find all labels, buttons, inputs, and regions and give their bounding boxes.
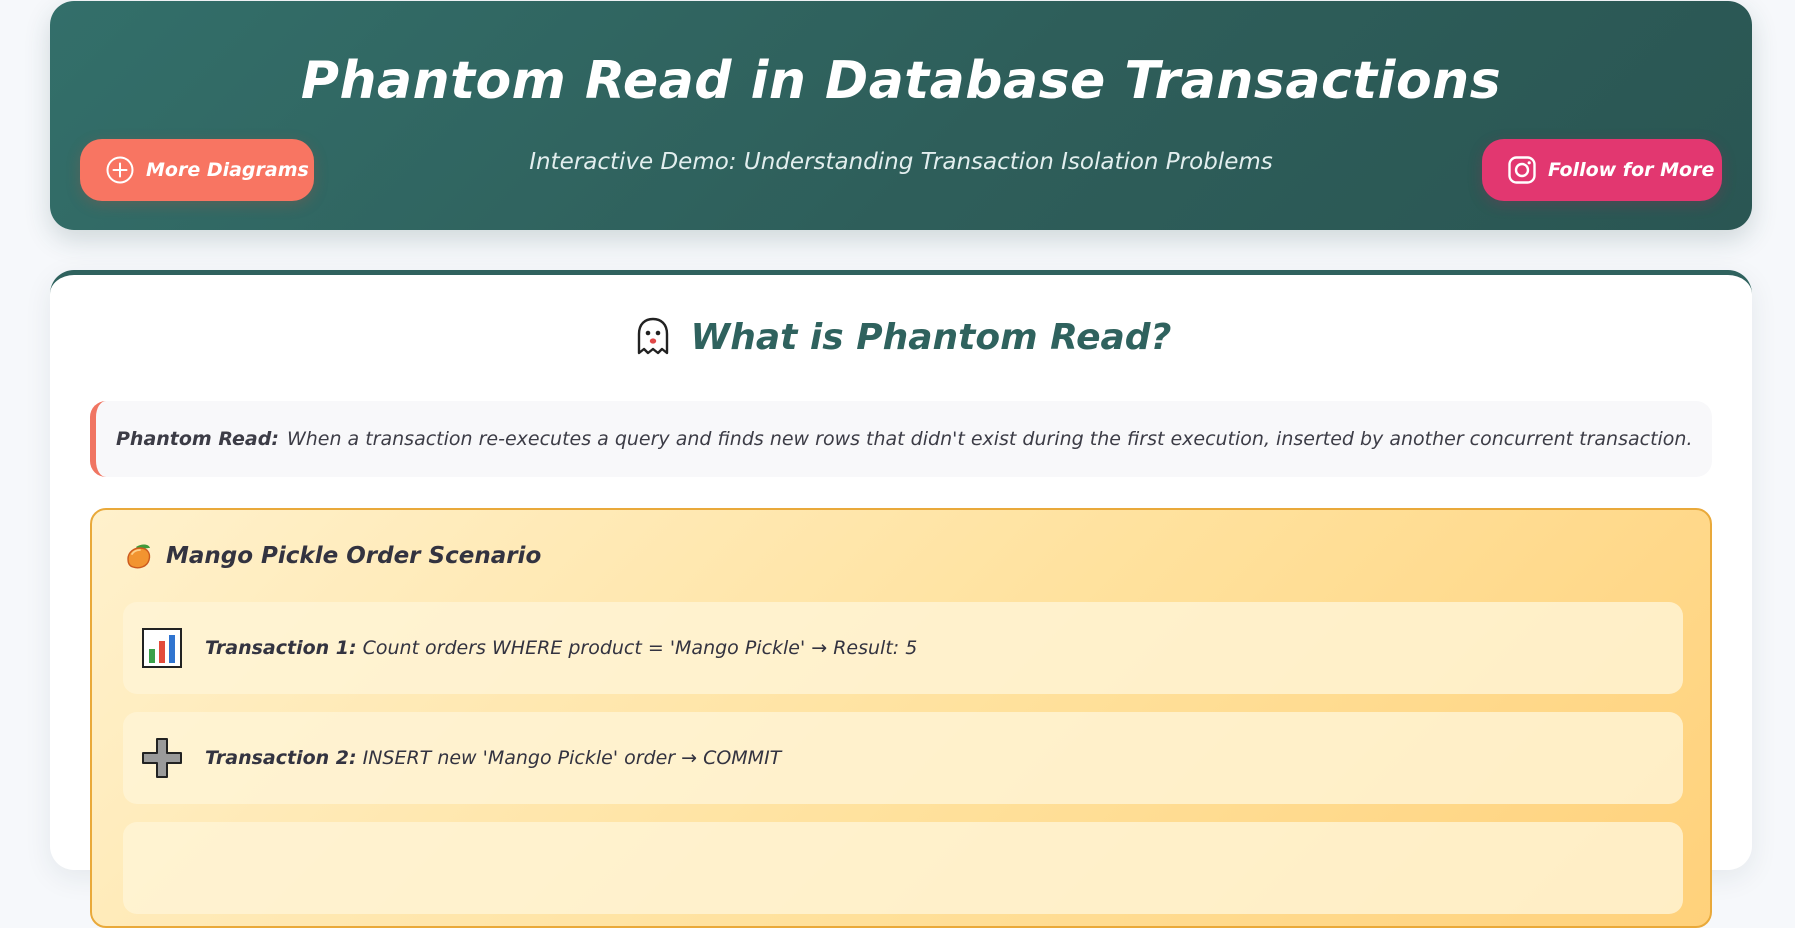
- scenario-title-text: Mango Pickle Order Scenario: [166, 543, 542, 569]
- definition-text: When a transaction re-executes a query a…: [286, 428, 1693, 450]
- ghost-icon: [631, 315, 675, 359]
- page-header: Phantom Read in Database Transactions Mo…: [50, 1, 1752, 230]
- follow-button[interactable]: Follow for More: [1482, 139, 1722, 201]
- mango-icon: [122, 540, 154, 572]
- definition-term: Phantom Read:: [116, 428, 279, 450]
- content-card: What is Phantom Read? Phantom Read: When…: [50, 270, 1752, 928]
- step-label: Transaction 2:: [205, 747, 357, 769]
- step-label: Transaction 1:: [205, 637, 357, 659]
- step-text: Transaction 2: INSERT new 'Mango Pickle' …: [205, 747, 781, 769]
- section-title: What is Phantom Read?: [50, 315, 1752, 359]
- scenario-step: [123, 822, 1683, 914]
- follow-label: Follow for More: [1548, 159, 1715, 181]
- step-description: INSERT new 'Mango Pickle' order → COMMIT: [362, 747, 782, 769]
- definition-callout: Phantom Read: When a transaction re-exec…: [90, 401, 1712, 477]
- scenario-panel: Mango Pickle Order Scenario Transaction …: [90, 508, 1712, 928]
- scenario-title: Mango Pickle Order Scenario: [122, 540, 541, 572]
- section-title-text: What is Phantom Read?: [690, 316, 1172, 358]
- plus-icon: [141, 737, 183, 779]
- page-title: Phantom Read in Database Transactions: [300, 51, 1502, 111]
- scenario-step: Transaction 2: INSERT new 'Mango Pickle' …: [123, 712, 1683, 804]
- step-description: Count orders WHERE product = 'Mango Pick…: [362, 637, 918, 659]
- bar-chart-icon: [141, 627, 183, 669]
- scenario-step: Transaction 1: Count orders WHERE product…: [123, 602, 1683, 694]
- instagram-icon: [1506, 154, 1538, 186]
- step-text: Transaction 1: Count orders WHERE product…: [205, 637, 917, 659]
